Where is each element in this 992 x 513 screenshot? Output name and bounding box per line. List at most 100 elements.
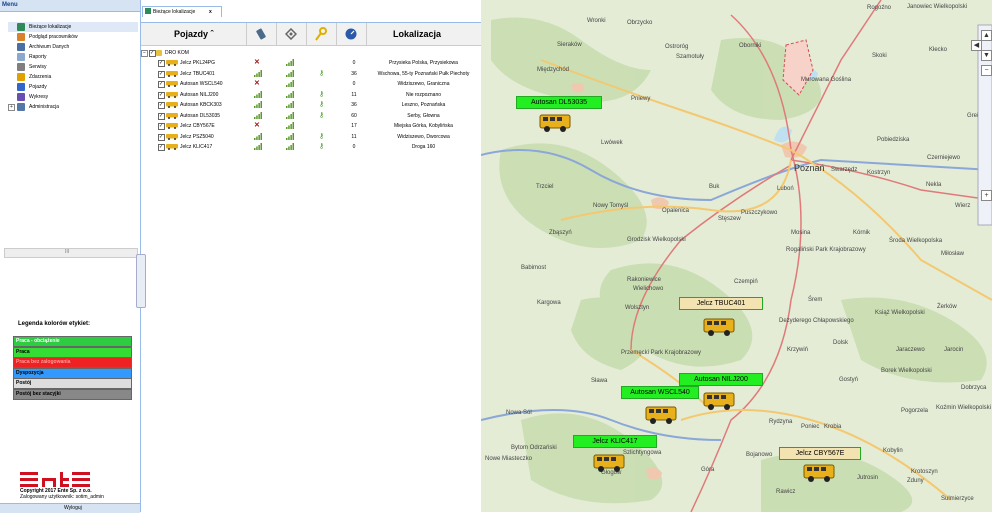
panel-splitter[interactable] — [136, 254, 146, 308]
row-checkbox[interactable]: ✓ — [158, 60, 165, 67]
zoom-out-icon[interactable]: − — [981, 65, 992, 76]
table-row[interactable]: ✓ Autosan NILJ200 ⚷ 11 Nie rozpoznano — [141, 90, 481, 100]
bus-icon — [166, 133, 178, 140]
ignition-key-icon: ⚷ — [319, 69, 325, 77]
ignition-key-icon: ⚷ — [319, 101, 325, 108]
column-header-location[interactable]: Lokalizacja — [366, 23, 482, 45]
legend-item-label: Postój bez stacyjki — [16, 390, 61, 397]
map-vehicle-markers: Autosan DL53035 Jelcz TBUC401 Autosan NILJ… — [481, 0, 992, 512]
row-checkbox[interactable]: ✓ — [158, 144, 165, 151]
legend-item: Dyspozycja — [13, 367, 132, 379]
ignition-key-icon: ⚷ — [319, 132, 325, 140]
gps-signal-icon — [286, 59, 294, 66]
no-connection-icon: ✕ — [254, 80, 260, 87]
row-checkbox[interactable]: ✓ — [158, 133, 165, 141]
phone-icon — [256, 28, 266, 40]
menu-item-label: Wykresy — [29, 94, 49, 100]
menu-item-label: Podgląd pracowników — [29, 34, 78, 40]
vehicle-label[interactable]: Autosan NILJ200 — [679, 373, 763, 386]
menu-item-7[interactable]: Wykresy — [8, 92, 138, 102]
legend-item-label: Praca bez zalogowania — [16, 359, 71, 365]
pan-up-icon[interactable]: ▲ — [981, 30, 992, 41]
column-vehicles-label: Pojazdy ˆ — [174, 29, 214, 39]
bus-marker-icon[interactable] — [703, 390, 737, 412]
column-header-satellite[interactable] — [276, 23, 307, 45]
column-header-key[interactable] — [306, 23, 337, 45]
legend-item-label: Postój — [16, 380, 32, 386]
table-row[interactable]: ✓ Jelcz KLIC417 ⚷ 0 Droga 160 — [141, 142, 481, 152]
menu-item-0[interactable]: Bieżące lokalizacje — [8, 22, 138, 32]
row-checkbox[interactable]: ✓ — [158, 70, 165, 78]
logged-user-text: Zalogowany użytkownik: sotim_admin — [20, 494, 104, 500]
column-header-vehicles[interactable]: Pojazdy ˆ — [141, 23, 247, 45]
gsm-signal-icon — [254, 69, 262, 77]
car-icon — [17, 83, 25, 91]
location-value: Widziszewo, Graniczna — [397, 81, 450, 87]
menu-item-3[interactable]: Raporty — [8, 52, 138, 62]
location-value: Przysieka Polska, Przysiekowa — [389, 60, 458, 66]
vehicle-label[interactable]: Jelcz TBUC401 — [679, 297, 763, 310]
map-icon — [145, 8, 151, 14]
root-checkbox[interactable]: ✓ — [149, 50, 156, 57]
table-row[interactable]: ✓ Autosan WSCL540 ✕ 0 Widziszewo, Graniczna — [141, 79, 481, 89]
column-header-speed[interactable] — [336, 23, 367, 45]
gps-signal-icon — [286, 143, 294, 150]
grid-header: Pojazdy ˆ Lokalizacja — [141, 23, 482, 46]
table-row[interactable]: ✓ Autosan DL53035 ⚷ 60 Serby, Głowna — [141, 111, 481, 121]
gsm-signal-icon — [254, 101, 262, 108]
table-row[interactable]: ✓ Jelcz CBY567E ✕ 17 Miejska Górka, Kobylińs… — [141, 121, 481, 131]
speed-value: 36 — [351, 70, 357, 77]
expand-icon[interactable]: + — [8, 104, 15, 111]
collapse-icon[interactable]: − — [141, 50, 148, 57]
gps-signal-icon — [286, 132, 294, 140]
table-row[interactable]: ✓ Jelcz PSZ5040 ⚷ 11 Widziszewo, Dworcowa — [141, 132, 481, 142]
location-value: Widziszewo, Dworcowa — [397, 133, 450, 140]
vehicle-label[interactable]: Jelcz CBY567E — [779, 447, 861, 460]
menu-item-1[interactable]: Podgląd pracowników — [8, 32, 138, 42]
bus-icon — [166, 102, 178, 108]
bus-icon — [166, 112, 178, 119]
map-view[interactable]: Wronki Obrzycko Rogoźno Janowiec Wielkopols… — [481, 0, 992, 512]
tab-current-locations[interactable]: Bieżące lokalizacje x — [142, 6, 222, 17]
menu-item-4[interactable]: Serwisy — [8, 62, 138, 72]
bus-marker-icon[interactable] — [645, 404, 679, 426]
table-row[interactable]: ✓ Jelcz PKL24PG ✕ 0 Przysieka Polska, Przysi… — [141, 58, 481, 68]
bus-icon — [166, 60, 178, 66]
archive-icon — [17, 43, 25, 51]
vehicle-label[interactable]: Autosan WSCL540 — [621, 386, 699, 399]
menu-header: Menu — [0, 0, 140, 12]
bus-marker-icon[interactable] — [803, 462, 837, 484]
column-header-phone[interactable] — [246, 23, 277, 45]
bus-marker-icon[interactable] — [593, 452, 627, 474]
scroll-thumb[interactable]: III — [65, 249, 69, 255]
menu-item-5[interactable]: Zdarzenia — [8, 72, 138, 82]
zoom-in-icon[interactable]: + — [981, 190, 992, 201]
logout-button[interactable]: Wyloguj — [64, 505, 82, 511]
speed-value: 0 — [352, 144, 356, 150]
legend-item: Praca — [13, 346, 132, 358]
menu-scrollbar[interactable]: III — [4, 248, 138, 258]
vehicle-label[interactable]: Jelcz KLIC417 — [573, 435, 657, 448]
tree-root-row[interactable]: − ✓ DRO KOM — [141, 48, 341, 58]
table-row[interactable]: ✓ Jelcz TBUC401 ⚷ 36 Wschowa, 55-ty Poznańsk… — [141, 69, 481, 79]
menu-item-6[interactable]: Pojazdy — [8, 82, 138, 92]
menu-item-2[interactable]: Archiwum Danych — [8, 42, 138, 52]
vehicle-name: Autosan KBCK303 — [180, 102, 222, 108]
pan-down-icon[interactable]: ▼ — [981, 50, 992, 61]
bus-marker-icon[interactable] — [539, 112, 573, 134]
table-row[interactable]: ✓ Autosan KBCK303 ⚷ 36 Leszno, Poznańska — [141, 100, 481, 110]
gps-signal-icon — [286, 80, 294, 87]
vehicle-name: Autosan WSCL540 — [180, 81, 223, 87]
speed-icon — [345, 28, 357, 40]
row-checkbox[interactable]: ✓ — [158, 102, 165, 109]
gps-signal-icon — [286, 69, 294, 77]
vehicle-label[interactable]: Autosan DL53035 — [516, 96, 602, 109]
row-checkbox[interactable]: ✓ — [158, 81, 165, 88]
row-checkbox[interactable]: ✓ — [158, 91, 165, 99]
row-checkbox[interactable]: ✓ — [158, 123, 165, 130]
vehicle-name: Jelcz TBUC401 — [180, 70, 215, 77]
row-checkbox[interactable]: ✓ — [158, 112, 165, 120]
close-tab-icon[interactable]: x — [209, 9, 212, 15]
bus-marker-icon[interactable] — [703, 316, 737, 338]
menu-item-8[interactable]: + Administracja — [8, 102, 138, 112]
